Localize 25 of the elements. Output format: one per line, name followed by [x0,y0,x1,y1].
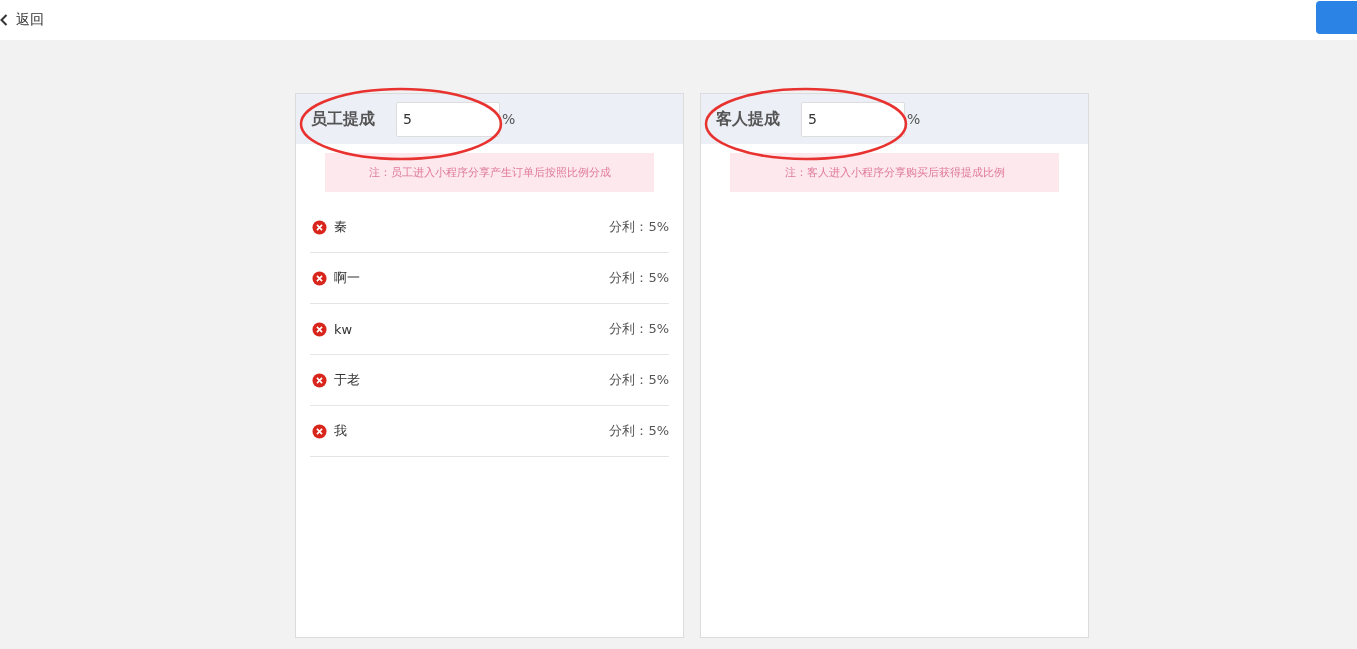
note-banner: 注：员工进入小程序分享产生订单后按照比例分成 [325,153,654,192]
remove-icon[interactable] [312,372,327,388]
rate-input[interactable]: 5 [801,101,905,137]
share-text: 分利：5% [609,269,669,287]
member-name: 秦 [334,218,348,236]
percent-unit: % [502,111,516,127]
back-link[interactable]: 返回 [0,11,44,29]
chevron-left-icon[interactable] [0,14,8,26]
percent-unit: % [907,111,921,127]
remove-icon[interactable] [312,219,327,235]
share-text: 分利：5% [609,218,669,236]
member-name: 于老 [334,371,361,389]
remove-icon[interactable] [312,423,327,439]
share-text: 分利：5% [609,371,669,389]
member-name: 啊一 [334,269,361,287]
panel-title: 员工提成 [311,108,376,130]
member-name: 我 [334,422,348,440]
share-text: 分利：5% [609,320,669,338]
rate-input[interactable]: 5 [396,101,500,137]
share-text: 分利：5% [609,422,669,440]
note-banner: 注：客人进入小程序分享购买后获得提成比例 [730,153,1059,192]
member-name: kw [334,321,354,337]
remove-icon[interactable] [312,270,327,286]
panel-title: 客人提成 [716,108,781,130]
remove-icon[interactable] [312,321,327,337]
